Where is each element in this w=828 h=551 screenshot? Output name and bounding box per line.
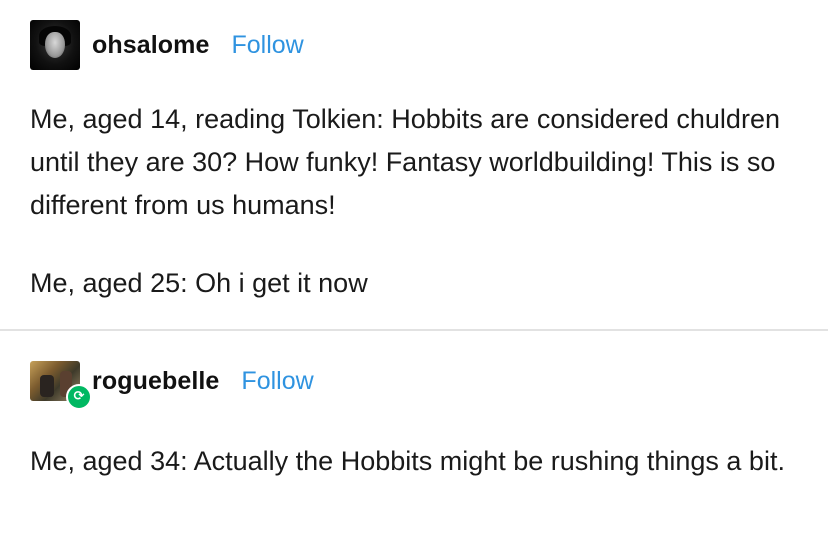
- post-ohsalome: ohsalome Follow Me, aged 14, reading Tol…: [0, 0, 828, 330]
- username[interactable]: ohsalome: [92, 31, 210, 60]
- avatar-face: [45, 32, 65, 58]
- avatar-figure: [40, 375, 54, 397]
- username[interactable]: roguebelle: [92, 367, 219, 396]
- reblog-icon: ⟳: [66, 384, 92, 410]
- follow-button[interactable]: Follow: [232, 31, 304, 60]
- avatar[interactable]: [30, 20, 80, 70]
- post-paragraph: Me, aged 25: Oh i get it now: [30, 268, 368, 298]
- avatar-wrap: ⟳: [30, 354, 92, 410]
- post-header: ohsalome Follow: [30, 18, 304, 72]
- post-paragraph: Me, aged 34: Actually the Hobbits might …: [30, 446, 785, 476]
- post-header: ⟳ roguebelle Follow: [30, 354, 314, 410]
- follow-button[interactable]: Follow: [241, 367, 313, 396]
- post-paragraph: Me, aged 14, reading Tolkien: Hobbits ar…: [30, 104, 780, 220]
- post-roguebelle: ⟳ roguebelle Follow Me, aged 34: Actuall…: [0, 331, 828, 551]
